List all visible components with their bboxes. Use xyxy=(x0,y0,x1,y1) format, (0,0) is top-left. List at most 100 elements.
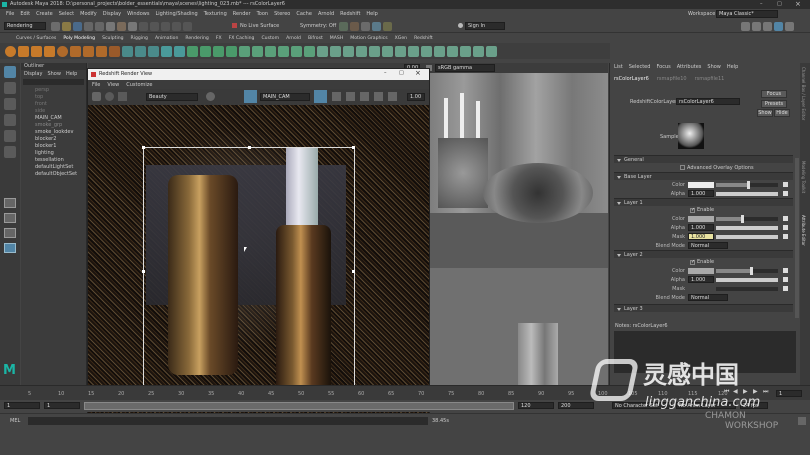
shelf-tab-animation[interactable]: Animation xyxy=(155,36,178,41)
side-tab-modeling-toolkit[interactable]: Modeling Toolkit xyxy=(801,161,806,211)
aov-dropdown[interactable]: Beauty xyxy=(146,93,198,101)
render-grid-icon[interactable] xyxy=(346,92,355,101)
outliner-item-blocker1[interactable]: blocker1 xyxy=(21,143,86,150)
new-scene-icon[interactable] xyxy=(51,22,60,31)
attribute-editor-icon[interactable] xyxy=(752,22,761,31)
fill-hole-icon[interactable] xyxy=(239,45,250,57)
render-stop-icon[interactable] xyxy=(105,92,114,101)
layer-editor-icon[interactable] xyxy=(785,22,794,31)
sew-uv-icon[interactable] xyxy=(382,45,393,57)
paint-select-icon[interactable] xyxy=(4,98,16,110)
move-tool-icon[interactable] xyxy=(4,114,16,126)
shelf-tab-rendering[interactable]: Rendering xyxy=(185,36,208,41)
cut-uv-icon[interactable] xyxy=(395,45,406,57)
render-snapshot-icon[interactable] xyxy=(118,92,127,101)
layer1-blend-dropdown[interactable]: Normal xyxy=(688,242,728,249)
layout-uv-icon[interactable] xyxy=(421,45,432,57)
ae-menu-selected[interactable]: Selected xyxy=(629,64,651,70)
sweep-mesh-icon[interactable] xyxy=(109,45,120,57)
super-shape-icon[interactable] xyxy=(96,45,107,57)
layer2-color-map-icon[interactable] xyxy=(783,268,788,273)
region-handle[interactable] xyxy=(352,146,355,149)
unfold-icon[interactable] xyxy=(408,45,419,57)
delete-history-icon[interactable] xyxy=(434,45,445,57)
layer1-alpha-map-icon[interactable] xyxy=(783,225,788,230)
poly-torus-icon[interactable] xyxy=(57,45,68,57)
poly-cylinder-icon[interactable] xyxy=(31,45,42,57)
layer2-section[interactable]: Layer 2 xyxy=(614,250,793,258)
outliner-item-smoke-lookdev[interactable]: smoke_lookdev xyxy=(21,129,86,136)
outliner-item-tessellation[interactable]: tessellation xyxy=(21,157,86,164)
snap-surface-icon[interactable] xyxy=(183,22,192,31)
shading-group-icon[interactable] xyxy=(486,45,497,57)
render-region-frame[interactable] xyxy=(142,146,355,395)
workspace-dropdown[interactable]: Maya Classic* xyxy=(716,10,778,18)
region-handle[interactable] xyxy=(142,270,145,273)
shelf-tab-bifrost[interactable]: Bifrost xyxy=(308,36,323,41)
presets-button[interactable]: Presets xyxy=(761,100,787,108)
outliner-item-front[interactable]: front xyxy=(21,101,86,108)
symmetry-dropdown[interactable]: Symmetry: Off xyxy=(300,23,336,29)
render-view-menu-file[interactable]: File xyxy=(92,82,100,88)
select-tool-icon[interactable] xyxy=(4,66,16,78)
render-exposure-field[interactable]: 1.00 xyxy=(407,93,425,101)
save-scene-icon[interactable] xyxy=(73,22,82,31)
live-surface-label[interactable]: No Live Surface xyxy=(240,23,279,29)
node-name-field[interactable]: rsColorLayer6 xyxy=(676,98,740,105)
mel-input[interactable] xyxy=(28,417,428,425)
menu-display[interactable]: Display xyxy=(103,11,121,17)
render-lock-icon[interactable] xyxy=(314,90,327,103)
combine-icon[interactable] xyxy=(122,45,133,57)
node-tab-rsmapfile11[interactable]: rsmapfile11 xyxy=(695,76,725,82)
render-view-menu-customize[interactable]: Customize xyxy=(126,82,152,88)
layer3-section[interactable]: Layer 3 xyxy=(614,304,793,312)
hypershade-icon[interactable] xyxy=(372,22,381,31)
select-hierarchy-icon[interactable] xyxy=(106,22,115,31)
outliner-item-persp[interactable]: persp xyxy=(21,87,86,94)
layer1-alpha-slider[interactable] xyxy=(716,225,778,230)
render-view-menu-view[interactable]: View xyxy=(107,82,119,88)
layer2-color-swatch[interactable] xyxy=(688,267,714,274)
connect-icon[interactable] xyxy=(291,45,302,57)
cylindrical-map-icon[interactable] xyxy=(356,45,367,57)
poly-disc-icon[interactable] xyxy=(83,45,94,57)
menu-create[interactable]: Create xyxy=(36,11,53,17)
node-tab-rscolorlayer6[interactable]: rsColorLayer6 xyxy=(614,76,649,82)
base-alpha-map-icon[interactable] xyxy=(783,191,788,196)
single-view-icon[interactable] xyxy=(4,198,16,208)
sign-in-dropdown[interactable]: Sign In xyxy=(465,22,505,30)
menu-texturing[interactable]: Texturing xyxy=(204,11,227,17)
range-bar[interactable] xyxy=(84,402,514,410)
outliner-menu-help[interactable]: Help xyxy=(66,71,77,77)
menu-toon[interactable]: Toon xyxy=(257,11,269,17)
menu-set-dropdown[interactable]: Rendering xyxy=(4,22,46,30)
general-section[interactable]: General xyxy=(614,155,793,163)
poly-cube-icon[interactable] xyxy=(18,45,29,57)
side-by-side-icon[interactable] xyxy=(4,228,16,238)
layer1-mask-slider[interactable] xyxy=(716,234,778,239)
freeze-transform-icon[interactable] xyxy=(447,45,458,57)
shelf-tab-poly-modeling[interactable]: Poly Modeling xyxy=(63,36,95,41)
tool-settings-icon[interactable] xyxy=(763,22,772,31)
menu-modify[interactable]: Modify xyxy=(80,11,97,17)
channel-box-icon[interactable] xyxy=(774,22,783,31)
menu-select[interactable]: Select xyxy=(59,11,74,17)
outliner-item-side[interactable]: side xyxy=(21,108,86,115)
menu-redshift[interactable]: Redshift xyxy=(340,11,360,17)
layer1-mask-field[interactable]: 1.000 xyxy=(688,233,714,240)
redo-icon[interactable] xyxy=(95,22,104,31)
mel-label[interactable]: MEL xyxy=(10,418,20,424)
snap-together-icon[interactable] xyxy=(473,45,484,57)
render-region-icon[interactable] xyxy=(244,90,257,103)
render-view-close-icon[interactable]: × xyxy=(415,69,421,77)
outliner-menu-show[interactable]: Show xyxy=(47,71,61,77)
range-start-field[interactable]: 1 xyxy=(44,402,80,409)
layer1-color-map-icon[interactable] xyxy=(783,216,788,221)
render-view-maximize-icon[interactable]: □ xyxy=(399,70,404,76)
scale-tool-icon[interactable] xyxy=(4,146,16,158)
shelf-tab-xgen[interactable]: XGen xyxy=(395,36,407,41)
snap-point-icon[interactable] xyxy=(161,22,170,31)
base-layer-section[interactable]: Base Layer xyxy=(614,172,793,180)
shelf-tab-arnold[interactable]: Arnold xyxy=(286,36,301,41)
uv-editor-icon[interactable] xyxy=(317,45,328,57)
